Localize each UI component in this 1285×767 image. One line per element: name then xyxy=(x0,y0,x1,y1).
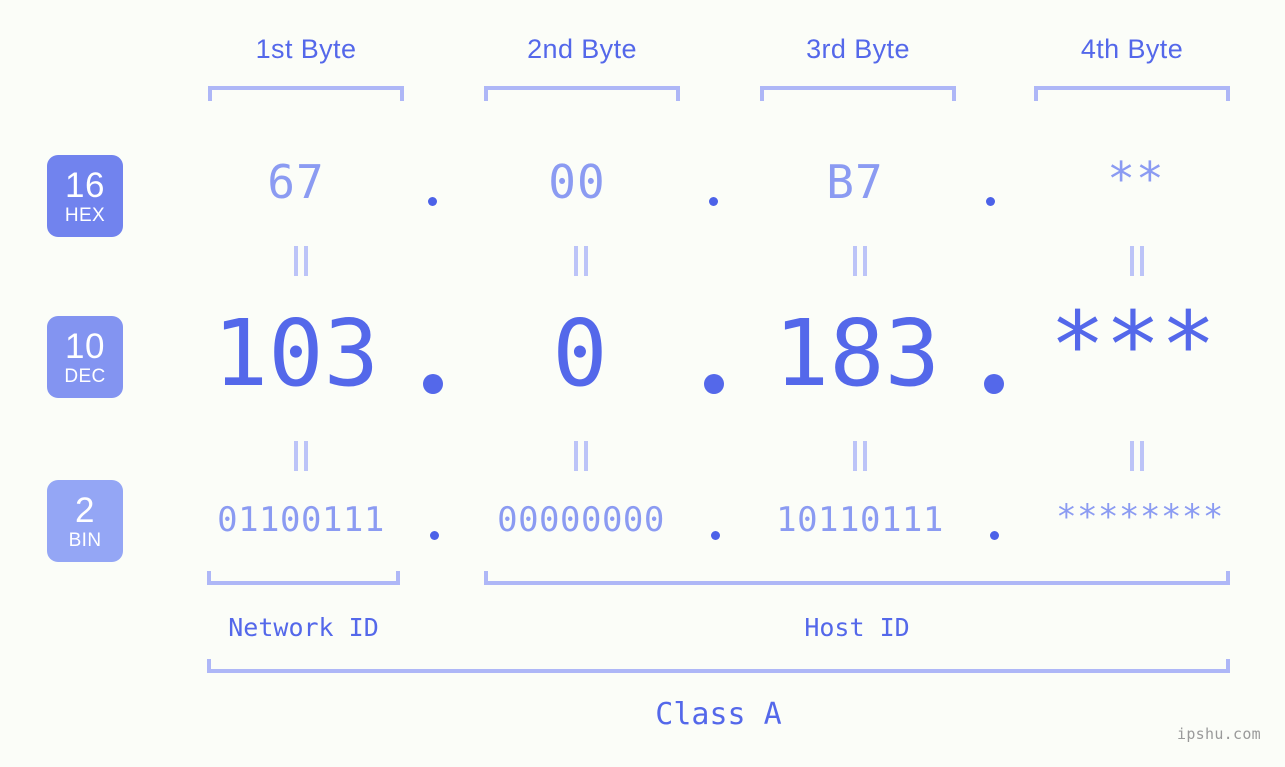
network-id-bracket xyxy=(207,571,400,585)
bin-separator-3 xyxy=(990,531,999,540)
site-watermark: ipshu.com xyxy=(1177,725,1261,743)
equals-mark-hex-dec-1 xyxy=(294,246,308,276)
radix-badge-hex: 16 HEX xyxy=(47,155,123,237)
host-id-label: Host ID xyxy=(804,613,910,642)
hex-separator-3 xyxy=(986,197,995,206)
dec-byte-2: 0 xyxy=(552,300,608,407)
byte-header-2: 2nd Byte xyxy=(527,34,637,64)
radix-badge-bin-label: BIN xyxy=(68,529,102,551)
equals-mark-hex-dec-4 xyxy=(1130,246,1144,276)
hex-separator-1 xyxy=(428,197,437,206)
radix-badge-dec-label: DEC xyxy=(64,365,106,387)
radix-badge-dec: 10 DEC xyxy=(47,316,123,398)
radix-badge-dec-number: 10 xyxy=(65,326,105,366)
byte-bracket-1 xyxy=(208,86,404,101)
equals-mark-hex-dec-2 xyxy=(574,246,588,276)
class-bracket xyxy=(207,659,1230,673)
dec-byte-1: 103 xyxy=(212,300,380,407)
equals-mark-dec-bin-3 xyxy=(853,441,867,471)
dec-byte-4: *** xyxy=(1049,292,1217,399)
bin-byte-1: 01100111 xyxy=(217,500,385,540)
equals-mark-dec-bin-2 xyxy=(574,441,588,471)
byte-bracket-3 xyxy=(760,86,956,101)
bin-separator-2 xyxy=(711,531,720,540)
bin-byte-2: 00000000 xyxy=(497,500,665,540)
bin-byte-3: 10110111 xyxy=(776,500,944,540)
bin-byte-4: ******** xyxy=(1056,497,1224,537)
hex-byte-3: B7 xyxy=(826,155,884,209)
dec-separator-2 xyxy=(704,374,724,394)
equals-mark-dec-bin-4 xyxy=(1130,441,1144,471)
dec-separator-3 xyxy=(984,374,1004,394)
byte-bracket-2 xyxy=(484,86,680,101)
ip-breakdown-diagram: 1st Byte 2nd Byte 3rd Byte 4th Byte 16 H… xyxy=(0,0,1285,767)
hex-byte-4: ** xyxy=(1107,152,1165,206)
byte-bracket-4 xyxy=(1034,86,1230,101)
radix-badge-hex-label: HEX xyxy=(64,204,106,226)
class-label: Class A xyxy=(655,697,782,732)
byte-header-3: 3rd Byte xyxy=(806,34,910,64)
hex-byte-1: 67 xyxy=(267,155,325,209)
network-id-label: Network ID xyxy=(228,613,379,642)
host-id-bracket xyxy=(484,571,1230,585)
hex-byte-2: 00 xyxy=(548,155,606,209)
equals-mark-dec-bin-1 xyxy=(294,441,308,471)
dec-separator-1 xyxy=(423,374,443,394)
byte-header-4: 4th Byte xyxy=(1080,34,1184,64)
bin-separator-1 xyxy=(430,531,439,540)
radix-badge-hex-number: 16 xyxy=(65,165,105,205)
equals-mark-hex-dec-3 xyxy=(853,246,867,276)
radix-badge-bin-number: 2 xyxy=(75,490,95,530)
radix-badge-bin: 2 BIN xyxy=(47,480,123,562)
byte-header-1: 1st Byte xyxy=(255,34,357,64)
hex-separator-2 xyxy=(709,197,718,206)
dec-byte-3: 183 xyxy=(773,300,941,407)
